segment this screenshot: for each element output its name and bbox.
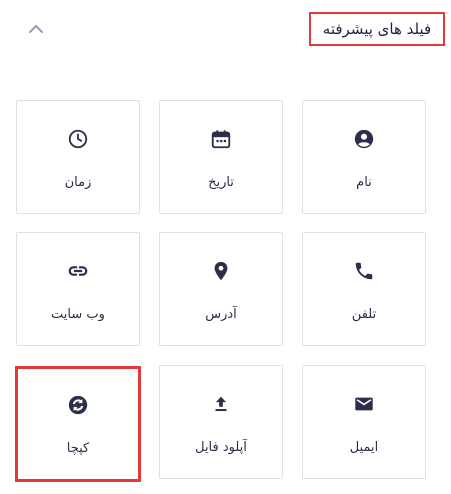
tile-label: تلفن xyxy=(351,307,377,322)
tile-label: تاریخ xyxy=(208,175,234,190)
tile-label: آدرس xyxy=(205,307,237,322)
field-tile-file-upload[interactable]: آپلود فایل xyxy=(159,365,283,479)
field-tile-name[interactable]: نام xyxy=(302,100,426,214)
tile-label: آپلود فایل xyxy=(195,440,247,455)
person-circle-icon xyxy=(352,127,376,151)
collapse-button[interactable] xyxy=(26,19,46,39)
refresh-captcha-icon xyxy=(66,393,90,417)
field-tile-website[interactable]: وب سایت xyxy=(16,232,140,346)
tile-label: ایمیل xyxy=(349,440,379,455)
field-tile-address[interactable]: آدرس xyxy=(159,232,283,346)
chevron-up-icon xyxy=(28,24,44,34)
calendar-icon xyxy=(209,127,233,151)
phone-icon xyxy=(352,259,376,283)
clock-icon xyxy=(66,127,90,151)
field-tile-phone[interactable]: تلفن xyxy=(302,232,426,346)
section-title: فیلد های پیشرفته xyxy=(309,12,445,46)
tile-label: زمان xyxy=(64,175,92,190)
tile-label: نام xyxy=(356,175,372,190)
field-tile-time[interactable]: زمان xyxy=(16,100,140,214)
tile-label: وب سایت xyxy=(51,307,105,322)
upload-icon xyxy=(209,392,233,416)
field-tile-email[interactable]: ایمیل xyxy=(302,365,426,479)
field-tile-captcha[interactable]: کپچا xyxy=(15,366,141,482)
link-icon xyxy=(66,259,90,283)
mail-icon xyxy=(352,392,376,416)
tile-label: کپچا xyxy=(66,441,90,456)
field-tile-date[interactable]: تاریخ xyxy=(159,100,283,214)
map-pin-icon xyxy=(209,259,233,283)
